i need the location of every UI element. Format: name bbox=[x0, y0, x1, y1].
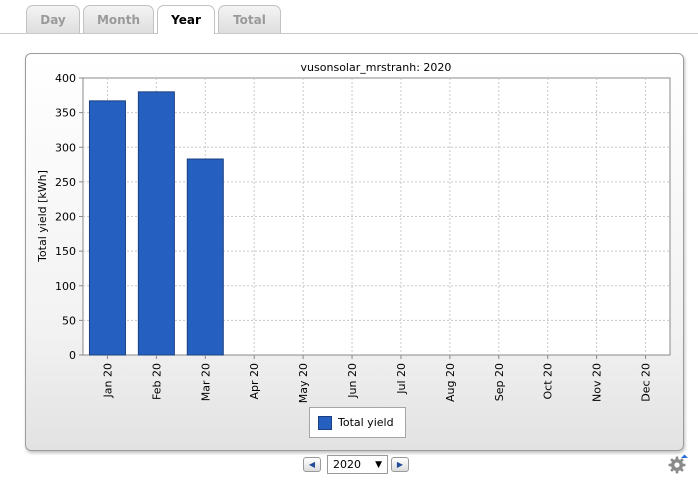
gear-icon[interactable] bbox=[667, 453, 689, 475]
x-tick-label: Apr 20 bbox=[248, 363, 261, 400]
x-tick-label: Sep 20 bbox=[493, 363, 506, 401]
x-tick-label: Mar 20 bbox=[199, 363, 212, 401]
chevron-left-icon: ◀ bbox=[308, 459, 316, 469]
y-tick-label: 0 bbox=[69, 349, 76, 362]
tab-month[interactable]: Month bbox=[83, 5, 154, 33]
bar-jan-20 bbox=[88, 100, 126, 356]
previous-year-button[interactable]: ◀ bbox=[303, 457, 321, 472]
chart-legend: Total yield bbox=[309, 407, 406, 438]
x-tick-label: Oct 20 bbox=[542, 363, 555, 400]
chart-panel: vusonsolar_mrstranh: 2020 Total yield [k… bbox=[25, 53, 684, 451]
chart-title: vusonsolar_mrstranh: 2020 bbox=[301, 61, 452, 74]
next-year-button[interactable]: ▶ bbox=[391, 457, 409, 472]
y-tick-label: 200 bbox=[55, 211, 76, 224]
y-tick-label: 300 bbox=[55, 141, 76, 154]
x-tick-label: Jul 20 bbox=[395, 363, 408, 395]
y-tick-label: 50 bbox=[62, 314, 76, 327]
tab-divider bbox=[0, 33, 698, 34]
chevron-right-icon: ▶ bbox=[396, 459, 404, 469]
year-select-value: 2020 bbox=[333, 458, 361, 471]
bar-chart: vusonsolar_mrstranh: 2020 Total yield [k… bbox=[36, 61, 671, 403]
x-tick-label: Feb 20 bbox=[150, 363, 163, 400]
y-axis-label: Total yield [kWh] bbox=[36, 170, 49, 263]
legend-swatch bbox=[318, 415, 332, 430]
tab-total[interactable]: Total bbox=[218, 5, 281, 33]
tab-day[interactable]: Day bbox=[26, 5, 80, 33]
tab-year[interactable]: Year bbox=[157, 5, 215, 34]
y-tick-label: 350 bbox=[55, 107, 76, 120]
y-tick-label: 100 bbox=[55, 280, 76, 293]
x-tick-label: Jan 20 bbox=[101, 363, 114, 398]
bar-feb-20 bbox=[137, 91, 175, 356]
y-tick-label: 150 bbox=[55, 245, 76, 258]
year-select[interactable]: 2020 ▼ bbox=[327, 455, 388, 474]
x-tick-label: Nov 20 bbox=[591, 363, 604, 402]
tab-bar: Day Month Year Total bbox=[0, 0, 698, 34]
y-tick-label: 250 bbox=[55, 176, 76, 189]
legend-label: Total yield bbox=[338, 416, 394, 429]
x-tick-label: Dec 20 bbox=[640, 363, 653, 402]
dropdown-arrow-icon: ▼ bbox=[375, 459, 382, 470]
bar-mar-20 bbox=[186, 158, 224, 356]
x-tick-label: May 20 bbox=[297, 363, 310, 403]
y-tick-label: 400 bbox=[55, 72, 76, 85]
x-tick-label: Jun 20 bbox=[346, 363, 359, 399]
x-tick-label: Aug 20 bbox=[444, 363, 457, 402]
